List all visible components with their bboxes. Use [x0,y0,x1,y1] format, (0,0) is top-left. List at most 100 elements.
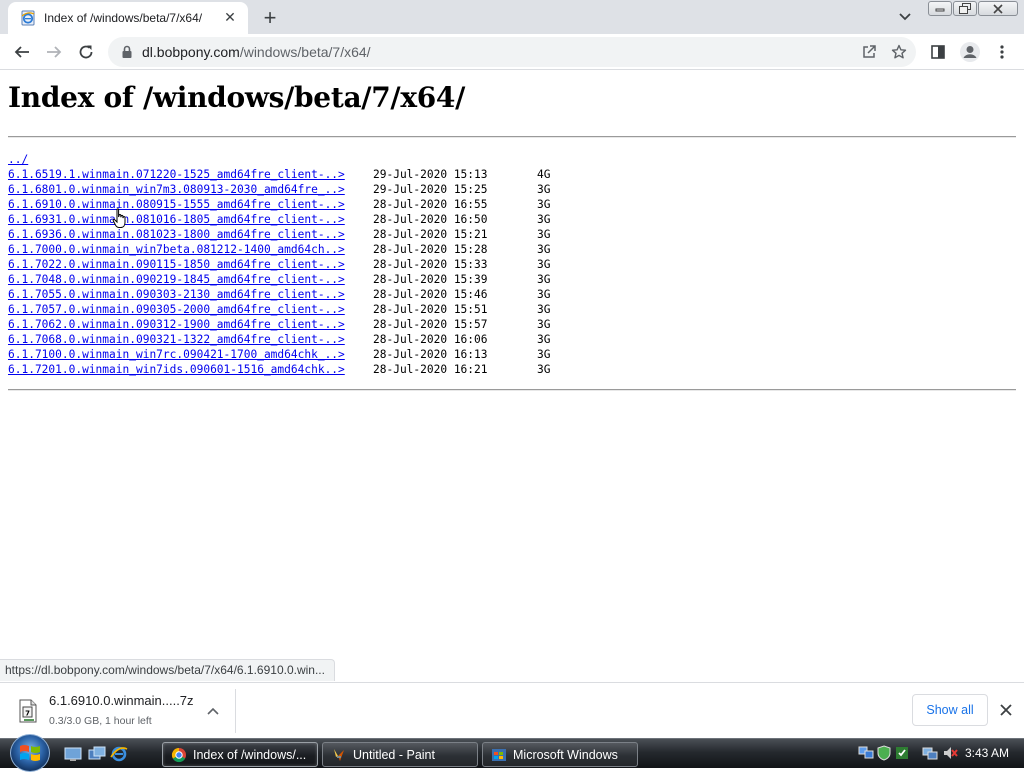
file-date: 28-Jul-2020 16:13 [373,348,488,361]
show-desktop-icon[interactable] [64,745,82,763]
internet-explorer-icon[interactable] [110,745,128,763]
close-download-shelf-icon[interactable] [996,700,1016,720]
profile-button[interactable] [956,38,984,66]
tab-index-x64[interactable]: Index of /windows/beta/7/x64/ ✕ [8,2,248,34]
windows-setup-icon [492,748,506,761]
reload-icon [79,45,93,59]
file-size: 3G [537,258,551,271]
file-link[interactable]: 6.1.7201.0.winmain_win7ids.090601-1516_a… [8,363,345,376]
forward-button[interactable] [40,38,68,66]
file-date: 28-Jul-2020 16:55 [373,198,488,211]
file-date: 28-Jul-2020 15:57 [373,318,488,331]
url-host: dl.bobpony.com [142,44,240,60]
tab-close-icon[interactable]: ✕ [222,10,238,26]
file-size: 3G [537,198,551,211]
security-center-icon[interactable] [876,745,892,761]
browser-toolbar: dl.bobpony.com/windows/beta/7/x64/ [0,34,1024,70]
url-path: /windows/beta/7/x64/ [239,44,371,60]
file-link[interactable]: 6.1.6519.1.winmain.071220-1525_amd64fre_… [8,168,345,181]
page-content: Index of /windows/beta/7/x64/ ../ 6.1.65… [0,71,1024,682]
download-item[interactable]: 7 6.1.6910.0.winmain.....7z 0.3/3.0 GB, … [10,689,236,733]
file-link[interactable]: 6.1.7000.0.winmain_win7beta.081212-1400_… [8,243,345,256]
share-icon[interactable] [858,41,880,63]
listing-row: 6.1.6801.0.winmain_win7m3.080913-2030_am… [8,182,550,197]
windows-update-icon[interactable] [894,745,910,761]
address-bar[interactable]: dl.bobpony.com/windows/beta/7/x64/ [108,37,916,67]
window-minimize-button[interactable] [928,1,952,16]
file-link[interactable]: 6.1.7068.0.winmain.090321-1322_amd64fre_… [8,333,345,346]
listing-row: 6.1.7022.0.winmain.090115-1850_amd64fre_… [8,257,550,272]
file-date: 28-Jul-2020 16:06 [373,333,488,346]
chevron-up-icon[interactable] [204,703,222,719]
arrow-left-icon [14,46,29,58]
hand-pointer-cursor-icon [112,208,126,228]
url-text[interactable]: dl.bobpony.com/windows/beta/7/x64/ [142,44,371,60]
window-restore-button[interactable] [953,1,977,16]
taskbar-button-chrome[interactable]: Index of /windows/... [162,742,318,767]
file-size: 4G [537,168,551,181]
file-size: 3G [537,318,551,331]
listing-row: 6.1.7055.0.winmain.090303-2130_amd64fre_… [8,287,550,302]
file-link[interactable]: 6.1.7062.0.winmain.090312-1900_amd64fre_… [8,318,345,331]
listing-row: 6.1.6936.0.winmain.081023-1800_amd64fre_… [8,227,550,242]
listing-row: 6.1.6519.1.winmain.071220-1525_amd64fre_… [8,167,550,182]
file-date: 28-Jul-2020 15:28 [373,243,488,256]
file-date: 28-Jul-2020 15:51 [373,303,488,316]
archive-file-icon: 7 [19,699,37,723]
file-link[interactable]: 6.1.7057.0.winmain.090305-2000_amd64fre_… [8,303,345,316]
new-tab-button[interactable]: + [258,5,282,30]
listing-row: 6.1.7201.0.winmain_win7ids.090601-1516_a… [8,362,550,377]
file-date: 28-Jul-2020 15:39 [373,273,488,286]
window-close-button[interactable] [978,1,1018,16]
network-icon[interactable] [922,745,938,761]
file-link[interactable]: 6.1.7100.0.winmain_win7rc.090421-1700_am… [8,348,345,361]
taskbar-button-windows[interactable]: Microsoft Windows [482,742,638,767]
file-size: 3G [537,213,551,226]
file-link[interactable]: 6.1.6931.0.winmain.081016-1805_amd64fre_… [8,213,345,226]
file-date: 28-Jul-2020 16:50 [373,213,488,226]
bookmark-star-icon[interactable] [888,41,910,63]
listing-row: 6.1.7062.0.winmain.090312-1900_amd64fre_… [8,317,550,332]
file-size: 3G [537,183,551,196]
file-link[interactable]: 6.1.7048.0.winmain.090219-1845_amd64fre_… [8,273,345,286]
lock-icon[interactable] [120,45,134,59]
download-shelf: 7 6.1.6910.0.winmain.....7z 0.3/3.0 GB, … [0,682,1024,738]
back-button[interactable] [8,38,36,66]
file-date: 29-Jul-2020 15:25 [373,183,488,196]
file-link[interactable]: 6.1.6910.0.winmain.080915-1555_amd64fre_… [8,198,345,211]
svg-text:7: 7 [25,710,30,718]
file-size: 3G [537,228,551,241]
volume-muted-icon[interactable] [942,745,958,761]
tab-search-chevron-icon[interactable] [894,8,916,26]
side-panel-icon [931,45,945,59]
switch-windows-icon[interactable] [88,745,106,763]
show-all-downloads-button[interactable]: Show all [912,694,988,726]
network-computers-icon[interactable] [858,745,874,761]
file-link[interactable]: 6.1.6801.0.winmain_win7m3.080913-2030_am… [8,183,345,196]
file-date: 28-Jul-2020 15:46 [373,288,488,301]
listing-row: 6.1.6931.0.winmain.081016-1805_amd64fre_… [8,212,550,227]
file-link[interactable]: 6.1.6936.0.winmain.081023-1800_amd64fre_… [8,228,345,241]
status-bubble-url: https://dl.bobpony.com/windows/beta/7/x6… [0,659,335,681]
start-button[interactable] [10,734,50,772]
taskbar-clock[interactable]: 3:43 AM [965,746,1009,760]
kebab-menu-icon [1000,45,1004,59]
file-size: 3G [537,288,551,301]
file-link[interactable]: 6.1.7022.0.winmain.090115-1850_amd64fre_… [8,258,345,271]
taskbar-button-paint[interactable]: Untitled - Paint [322,742,478,767]
file-link[interactable]: 6.1.7055.0.winmain.090303-2130_amd64fre_… [8,288,345,301]
file-size: 3G [537,273,551,286]
side-panel-button[interactable] [924,38,952,66]
taskbar-button-label: Microsoft Windows [513,747,618,762]
parent-directory-row: ../ [8,152,345,167]
file-date: 28-Jul-2020 15:21 [373,228,488,241]
tab-title: Index of /windows/beta/7/x64/ [44,11,203,25]
avatar-icon [960,42,980,62]
reload-button[interactable] [72,38,100,66]
parent-directory-link[interactable]: ../ [8,153,28,166]
file-size: 3G [537,363,551,376]
ie-page-favicon-icon [21,10,35,26]
file-date: 28-Jul-2020 15:33 [373,258,488,271]
windows-logo-icon [20,745,40,761]
browser-menu-button[interactable] [988,38,1016,66]
